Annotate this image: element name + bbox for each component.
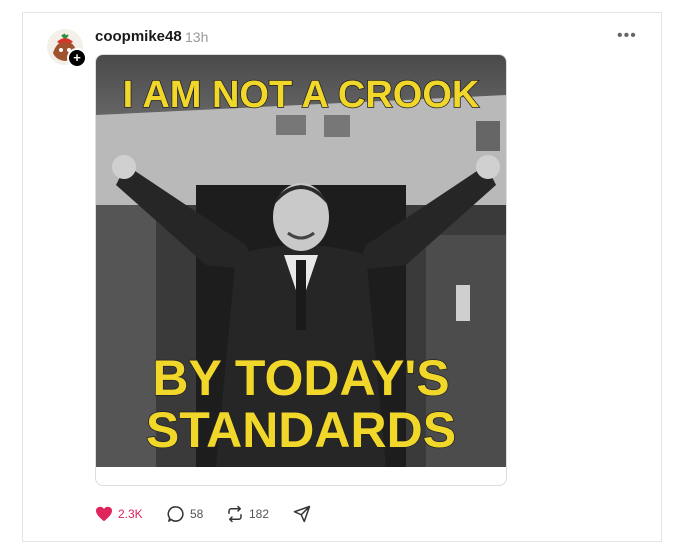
post-timestamp[interactable]: 13h bbox=[185, 29, 208, 45]
post-image[interactable]: I AM NOT A CROOK BY TODAY'S STANDARDS bbox=[95, 54, 507, 486]
meme-image: I AM NOT A CROOK BY TODAY'S STANDARDS bbox=[96, 55, 506, 467]
like-button[interactable]: 2.3K bbox=[95, 503, 143, 525]
follow-plus-icon[interactable]: + bbox=[67, 48, 87, 68]
meme-bottom-text-line1: BY TODAY'S bbox=[152, 350, 449, 406]
repost-icon bbox=[228, 505, 242, 523]
post-username[interactable]: coopmike48 bbox=[95, 28, 182, 45]
meme-top-text: I AM NOT A CROOK bbox=[123, 74, 480, 116]
reply-count: 58 bbox=[190, 507, 204, 521]
share-button[interactable] bbox=[293, 503, 311, 525]
avatar[interactable]: + bbox=[47, 29, 87, 68]
meme-bottom-text-line2: STANDARDS bbox=[146, 402, 456, 458]
post-card: + coopmike48 13h ••• I AM NOT A CROOK BY… bbox=[22, 12, 662, 542]
like-count: 2.3K bbox=[118, 507, 143, 521]
heart-icon bbox=[96, 506, 112, 522]
comment-icon bbox=[167, 506, 184, 522]
send-icon bbox=[293, 505, 311, 523]
more-options-icon[interactable]: ••• bbox=[617, 27, 637, 45]
reply-button[interactable]: 58 bbox=[167, 503, 203, 525]
repost-button[interactable]: 182 bbox=[226, 503, 269, 525]
repost-count: 182 bbox=[249, 507, 270, 521]
